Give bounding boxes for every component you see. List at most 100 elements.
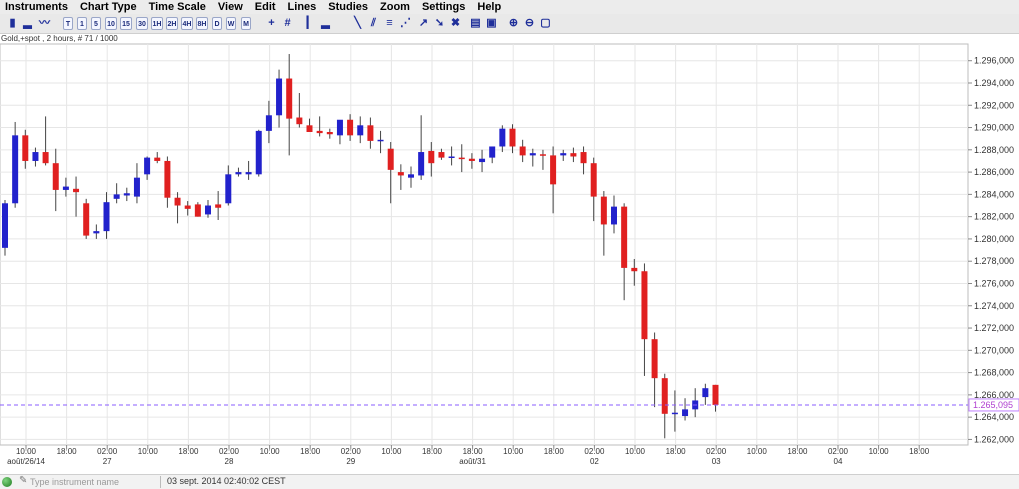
candle-body[interactable] — [367, 125, 374, 141]
candle-body[interactable] — [468, 158, 475, 161]
last-price-label: 1.265,095 — [973, 400, 1013, 410]
candle-body[interactable] — [651, 339, 658, 379]
x-tick-label: 10:00 — [260, 447, 281, 456]
candle-body[interactable] — [408, 174, 414, 178]
y-tick-label: 1.294,000 — [974, 78, 1014, 88]
candle-body[interactable] — [458, 157, 465, 160]
x-tick-label: 10:00 — [138, 447, 159, 456]
candle-body[interactable] — [550, 155, 557, 185]
candle-body[interactable] — [32, 152, 39, 161]
candle-body[interactable] — [600, 196, 607, 225]
candle-body[interactable] — [174, 197, 181, 206]
candle-body[interactable] — [570, 153, 577, 157]
y-tick-label: 1.272,000 — [974, 323, 1014, 333]
candle-body[interactable] — [225, 174, 232, 204]
candle-body[interactable] — [621, 206, 628, 268]
candle-body[interactable] — [83, 203, 90, 236]
status-datetime: 03 sept. 2014 02:40:02 CEST — [167, 476, 286, 486]
candle-body[interactable] — [133, 177, 140, 197]
candle-body[interactable] — [529, 153, 536, 156]
candle-body[interactable] — [113, 194, 120, 199]
candle-body[interactable] — [22, 135, 29, 161]
candle-body[interactable] — [418, 152, 425, 176]
candle-body[interactable] — [123, 193, 130, 196]
candle-body[interactable] — [661, 378, 668, 414]
x-tick-label: 18:00 — [544, 447, 565, 456]
candle-body[interactable] — [265, 115, 272, 131]
x-tick-label: 10:00 — [625, 447, 646, 456]
candle-body[interactable] — [448, 156, 455, 159]
candle-body[interactable] — [499, 128, 506, 147]
x-tick-label: 18:00 — [909, 447, 930, 456]
candle-body[interactable] — [560, 153, 567, 156]
candle-body[interactable] — [52, 163, 59, 190]
candle-body[interactable] — [194, 204, 201, 217]
x-tick-label: 10:00 — [503, 447, 524, 456]
plot-area[interactable] — [0, 43, 969, 446]
candle-body[interactable] — [347, 119, 354, 136]
candle-body[interactable] — [103, 202, 110, 232]
price-chart[interactable]: 1.262,000 1.264,000 1.266,000 1.268,000 1.27… — [0, 0, 1019, 488]
candle-body[interactable] — [12, 135, 19, 204]
candle-body[interactable] — [489, 146, 496, 158]
candle-body[interactable] — [671, 412, 678, 415]
x-tick-label: 18:00 — [300, 447, 321, 456]
candle-body[interactable] — [682, 409, 689, 417]
candle-body[interactable] — [245, 172, 252, 175]
status-bar: ✎ 03 sept. 2014 02:40:02 CEST — [0, 474, 1019, 489]
candle-body[interactable] — [205, 205, 211, 215]
y-tick-label: 1.270,000 — [974, 345, 1014, 355]
candle-body[interactable] — [215, 204, 222, 208]
candle-body[interactable] — [255, 130, 262, 175]
candle-body[interactable] — [144, 157, 151, 175]
candle-body[interactable] — [590, 163, 597, 197]
candle-body[interactable] — [316, 130, 323, 134]
candle-body[interactable] — [93, 231, 100, 234]
candle-body[interactable] — [712, 384, 719, 405]
candle-body[interactable] — [519, 146, 526, 156]
x-tick-label: 18:00 — [666, 447, 687, 456]
candle-body[interactable] — [631, 267, 638, 272]
x-tick-label: 02:00 — [584, 447, 605, 456]
candle-body[interactable] — [2, 203, 8, 248]
x-tick-label: 18:00 — [463, 447, 484, 456]
x-tick-label: 02:00 — [219, 447, 240, 456]
candle-body[interactable] — [73, 188, 80, 193]
instrument-search-input[interactable] — [30, 476, 155, 487]
candle-body[interactable] — [357, 125, 364, 136]
candle-body[interactable] — [611, 206, 617, 225]
x-date-label: août/31 — [459, 457, 486, 466]
candle-body[interactable] — [326, 131, 333, 135]
candle-body[interactable] — [42, 152, 49, 164]
y-tick-label: 1.282,000 — [974, 212, 1014, 222]
x-tick-label: 10:00 — [747, 447, 768, 456]
candle-body[interactable] — [387, 148, 394, 170]
y-tick-label: 1.278,000 — [974, 256, 1014, 266]
candle-body[interactable] — [702, 388, 709, 398]
candle-body[interactable] — [276, 78, 283, 116]
candle-body[interactable] — [438, 152, 445, 158]
candle-body[interactable] — [62, 186, 69, 190]
candle-body[interactable] — [336, 119, 343, 136]
candle-body[interactable] — [397, 172, 404, 176]
candle-body[interactable] — [184, 205, 191, 209]
candle-body[interactable] — [164, 160, 171, 198]
candle-body[interactable] — [286, 78, 293, 119]
candle-body[interactable] — [509, 128, 516, 147]
candle-body[interactable] — [428, 150, 435, 164]
candle-body[interactable] — [296, 117, 303, 125]
candle-body[interactable] — [479, 158, 486, 163]
x-tick-label: 18:00 — [57, 447, 78, 456]
candle-body[interactable] — [580, 152, 587, 164]
candle-body[interactable] — [377, 139, 384, 142]
candle-body[interactable] — [641, 271, 648, 340]
candle-body[interactable] — [235, 172, 242, 175]
candle-body[interactable] — [154, 157, 161, 161]
x-date-label: 03 — [712, 457, 721, 466]
x-date-label: 29 — [346, 457, 355, 466]
x-tick-label: 02:00 — [97, 447, 118, 456]
candle-body[interactable] — [306, 125, 313, 132]
x-tick-label: 10:00 — [381, 447, 402, 456]
candle-body[interactable] — [539, 154, 546, 156]
x-date-label: 02 — [590, 457, 599, 466]
